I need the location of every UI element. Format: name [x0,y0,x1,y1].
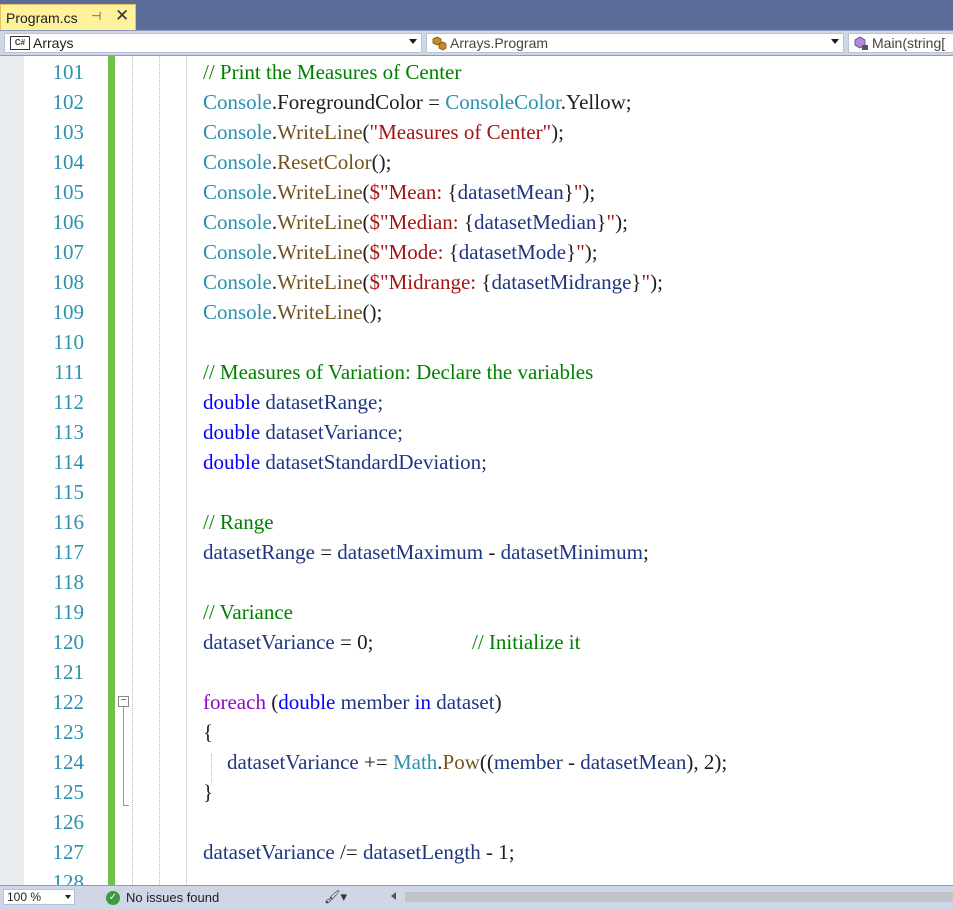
code-line-111: // Measures of Variation: Declare the va… [203,360,594,384]
document-tab-strip: Program.cs ⊣ ✕ [0,0,953,30]
horizontal-scrollbar[interactable] [405,892,953,902]
indent-guide [159,56,160,885]
code-line-102: Console.ForegroundColor = ConsoleColor.Y… [203,90,632,114]
code-editor[interactable]: − 101 102 103 104 105 106 107 108 109 110 111 112 11… [0,56,953,885]
outline-line [123,707,124,805]
line-number: 102 [52,90,85,114]
code-line-116: // Range [203,510,274,534]
code-line-105: Console.WriteLine($"Mean: {datasetMean}"… [203,180,596,204]
line-number: 124 [52,750,85,774]
code-line-103: Console.WriteLine("Measures of Center"); [203,120,564,144]
code-line-108: Console.WriteLine($"Midrange: {datasetMi… [203,270,663,294]
line-number: 105 [52,180,85,204]
code-line-107: Console.WriteLine($"Mode: {datasetMode}"… [203,240,598,264]
code-line-104: Console.ResetColor(); [203,150,392,174]
chevron-down-icon [831,39,839,44]
line-number: 123 [52,720,85,744]
line-number: 108 [52,270,85,294]
method-lock-icon [854,36,868,50]
code-line-106: Console.WriteLine($"Median: {datasetMedi… [203,210,628,234]
line-number: 107 [52,240,85,264]
editor-status-bar: 100 % ✓ No issues found 🖌▾ [0,885,953,909]
tab-program-cs[interactable]: Program.cs ⊣ ✕ [0,4,136,30]
check-circle-icon: ✓ [106,890,120,905]
issues-indicator[interactable]: ✓ No issues found [106,889,219,906]
project-dropdown[interactable]: C# Arrays [4,33,422,53]
line-number: 109 [52,300,85,324]
code-line-101: // Print the Measures of Center [203,60,462,84]
line-number: 118 [53,570,84,594]
csharp-project-icon: C# [10,36,30,50]
line-number: 128 [52,870,85,885]
glyph-margin [0,56,24,885]
project-label: Arrays [33,35,74,51]
line-number: 119 [53,600,84,624]
code-line-123: { [203,720,214,744]
code-line-127: datasetVariance /= datasetLength - 1; [203,840,515,864]
class-icon [432,36,447,51]
code-line-117: datasetRange = datasetMaximum - datasetM… [203,540,649,564]
tab-title: Program.cs [6,9,78,26]
scroll-left-arrow-icon[interactable] [391,892,396,900]
pin-icon[interactable]: ⊣ [91,9,101,23]
line-number: 117 [53,540,84,564]
code-line-112: double datasetRange; [203,390,384,414]
code-line-120-comment: // Initialize it [472,630,581,654]
chevron-down-icon [65,895,71,899]
line-number: 126 [52,810,85,834]
type-dropdown[interactable]: Arrays.Program [426,33,844,53]
code-line-122: foreach (double member in dataset) [203,690,502,714]
outline-end [123,805,129,806]
collapse-toggle-icon[interactable]: − [118,696,129,707]
member-label: Main(string[ [872,35,946,51]
code-cleanup-icon[interactable]: 🖌▾ [324,889,347,905]
line-number: 116 [53,510,84,534]
member-dropdown[interactable]: Main(string[ [848,33,953,53]
line-number: 122 [52,690,85,714]
code-line-119: // Variance [203,600,293,624]
code-line-125: } [203,780,214,804]
line-number: 111 [54,360,84,384]
line-number: 113 [53,420,84,444]
line-number: 101 [52,60,85,84]
chevron-down-icon [409,39,417,44]
code-line-113: double datasetVariance; [203,420,403,444]
code-line-124: datasetVariance += Math.Pow((member - da… [227,750,728,774]
zoom-level: 100 % [7,890,42,904]
close-icon[interactable]: ✕ [115,6,129,26]
line-number: 121 [52,660,85,684]
line-number: 103 [52,120,85,144]
type-label: Arrays.Program [450,35,549,51]
zoom-dropdown[interactable]: 100 % [3,889,75,905]
line-number: 120 [52,630,85,654]
indent-guide [132,56,133,885]
line-number: 104 [52,150,85,174]
line-number: 114 [53,450,84,474]
line-number: 110 [53,330,84,354]
line-number: 106 [52,210,85,234]
issues-label: No issues found [126,890,220,905]
line-number: 125 [52,780,85,804]
code-line-109: Console.WriteLine(); [203,300,383,324]
change-tracking-bar [108,56,115,885]
line-number: 112 [53,390,84,414]
indent-guide [186,56,187,885]
navigation-bar: C# Arrays Arrays.Program Main(string[ [0,30,953,56]
code-line-114: double datasetStandardDeviation; [203,450,488,474]
code-line-120: datasetVariance = 0; [203,630,374,654]
line-number: 115 [53,480,84,504]
line-number: 127 [52,840,85,864]
